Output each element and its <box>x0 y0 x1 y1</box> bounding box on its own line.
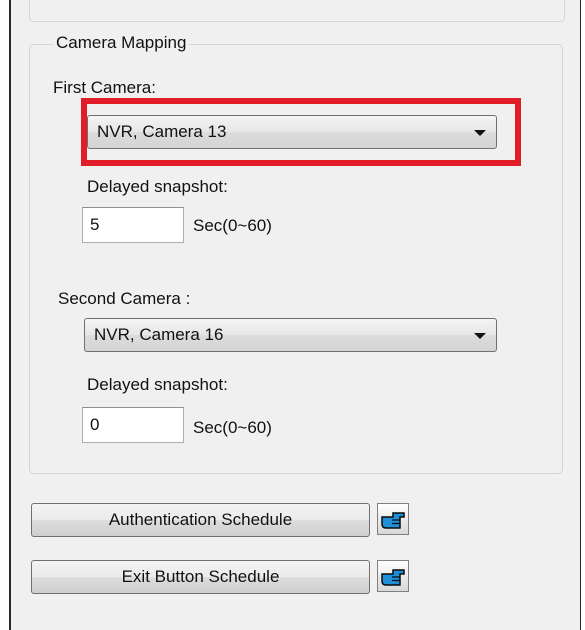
chevron-down-icon[interactable] <box>474 333 486 339</box>
first-delay-input[interactable]: 5 <box>82 207 184 243</box>
upper-group-edge <box>29 0 565 22</box>
chevron-down-icon[interactable] <box>474 130 486 136</box>
exit-button-schedule-button[interactable]: Exit Button Schedule <box>31 560 370 594</box>
second-delay-label: Delayed snapshot: <box>87 375 228 394</box>
second-delay-unit: Sec(0~60) <box>193 418 272 437</box>
second-delay-input[interactable]: 0 <box>82 407 184 443</box>
first-camera-label: First Camera: <box>53 78 156 97</box>
authentication-schedule-icon-button[interactable] <box>377 503 409 535</box>
second-camera-label: Second Camera : <box>58 289 191 308</box>
camera-mapping-title: Camera Mapping <box>53 33 190 53</box>
first-delay-label: Delayed snapshot: <box>87 177 228 196</box>
authentication-schedule-button[interactable]: Authentication Schedule <box>31 503 370 537</box>
pointing-hand-icon <box>381 569 405 586</box>
settings-panel: Camera Mapping First Camera: NVR, Camera… <box>9 0 581 630</box>
exit-button-schedule-icon-button[interactable] <box>377 560 409 592</box>
first-camera-select[interactable]: NVR, Camera 13 <box>87 115 497 149</box>
first-delay-unit: Sec(0~60) <box>193 216 272 235</box>
first-camera-select-value: NVR, Camera 13 <box>97 122 227 141</box>
second-camera-select-value: NVR, Camera 16 <box>94 325 224 344</box>
pointing-hand-icon <box>381 512 405 529</box>
second-camera-select[interactable]: NVR, Camera 16 <box>84 318 497 352</box>
